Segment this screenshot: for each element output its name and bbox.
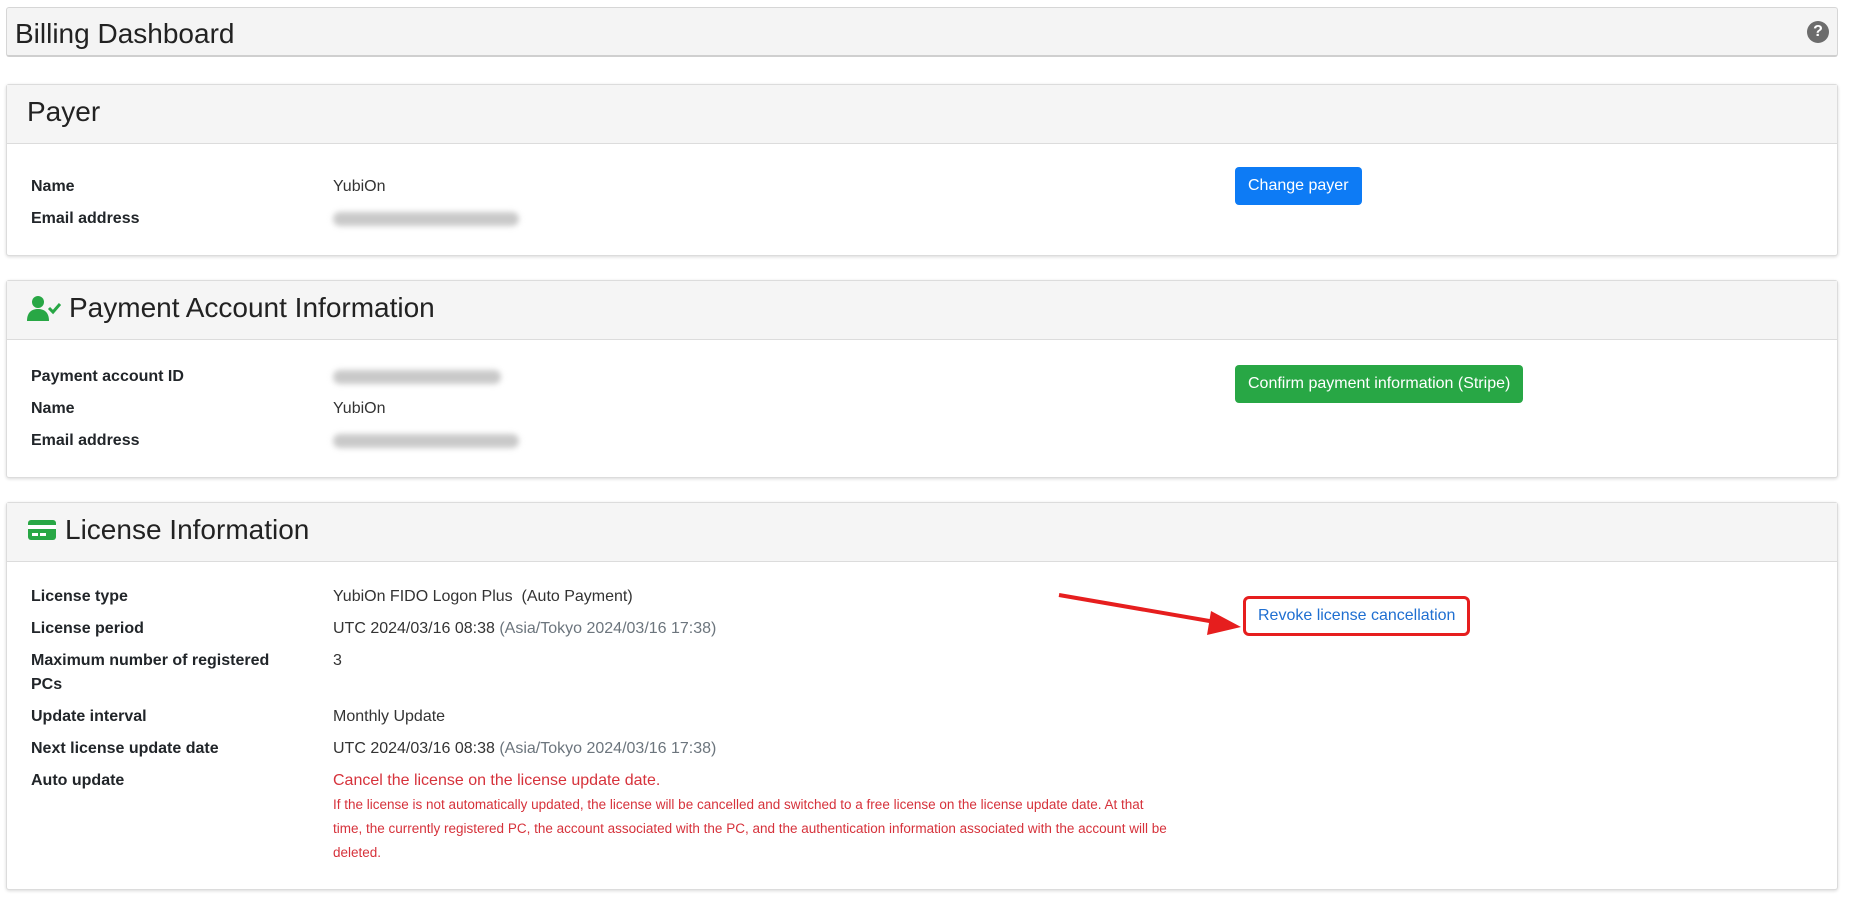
auto-update-note-line1: If the license is not automatically upda… [333, 797, 1144, 812]
payment-account-card: Payment Account Information Payment acco… [6, 280, 1838, 478]
license-title: License Information [65, 514, 310, 545]
auto-update-value: Cancel the license on the license update… [333, 772, 661, 789]
payer-name-value: YubiOn [333, 178, 386, 195]
license-type-label: License type [31, 588, 128, 605]
license-card: License Information License type YubiOn … [6, 502, 1838, 890]
next-update-label: Next license update date [31, 740, 219, 757]
billing-dashboard: Billing Dashboard ? Payer Name YubiOn Em… [0, 0, 1850, 902]
payment-account-title: Payment Account Information [69, 292, 435, 323]
next-update-value: UTC 2024/03/16 08:38 (Asia/Tokyo 2024/03… [333, 737, 716, 761]
license-card-header: License Information [7, 503, 1837, 562]
max-pcs-label-line1: Maximum number of registered [31, 652, 270, 669]
auto-update-label: Auto update [31, 772, 125, 789]
payment-account-email-value [333, 429, 519, 453]
payer-card: Payer Name YubiOn Email address Change p… [6, 84, 1838, 256]
max-pcs-label: Maximum number of registered PCs [31, 649, 291, 697]
auto-update-note-line3: deleted. [333, 845, 382, 860]
next-update-local: (Asia/Tokyo 2024/03/16 17:38) [499, 740, 717, 757]
max-pcs-label-line2: PCs [31, 676, 63, 693]
payer-email-label: Email address [31, 210, 140, 227]
payer-card-header: Payer [7, 85, 1837, 144]
user-check-icon [27, 296, 61, 321]
license-period-value: UTC 2024/03/16 08:38 (Asia/Tokyo 2024/03… [333, 617, 716, 641]
payment-account-card-header: Payment Account Information [7, 281, 1837, 340]
change-payer-button[interactable]: Change payer [1235, 167, 1362, 205]
payment-account-name-value: YubiOn [333, 400, 386, 417]
help-icon[interactable]: ? [1807, 21, 1829, 43]
payment-account-name-label: Name [31, 400, 75, 417]
auto-update-note: If the license is not automatically upda… [333, 793, 1203, 865]
payer-title: Payer [27, 96, 101, 127]
next-update-utc: UTC 2024/03/16 08:38 [333, 740, 495, 757]
payment-account-id-label: Payment account ID [31, 368, 184, 385]
credit-card-icon [28, 520, 56, 540]
max-pcs-value: 3 [333, 652, 342, 669]
payment-account-email-label: Email address [31, 432, 140, 449]
update-interval-label: Update interval [31, 708, 147, 725]
license-period-local: (Asia/Tokyo 2024/03/16 17:38) [499, 620, 717, 637]
revoke-license-cancellation-button[interactable]: Revoke license cancellation [1243, 596, 1471, 636]
page-title: Billing Dashboard [15, 18, 235, 49]
payer-name-label: Name [31, 178, 75, 195]
title-bar: Billing Dashboard ? [6, 7, 1838, 57]
license-period-label: License period [31, 620, 144, 637]
payer-email-value [333, 207, 519, 231]
payment-account-id-value [333, 365, 501, 389]
license-period-utc: UTC 2024/03/16 08:38 [333, 620, 495, 637]
license-type-value: YubiOn FIDO Logon Plus (Auto Payment) [333, 588, 633, 605]
auto-update-note-line2: time, the currently registered PC, the a… [333, 821, 1167, 836]
update-interval-value: Monthly Update [333, 708, 446, 725]
confirm-payment-button[interactable]: Confirm payment information (Stripe) [1235, 365, 1524, 403]
arrow-annotation [1058, 593, 1241, 635]
